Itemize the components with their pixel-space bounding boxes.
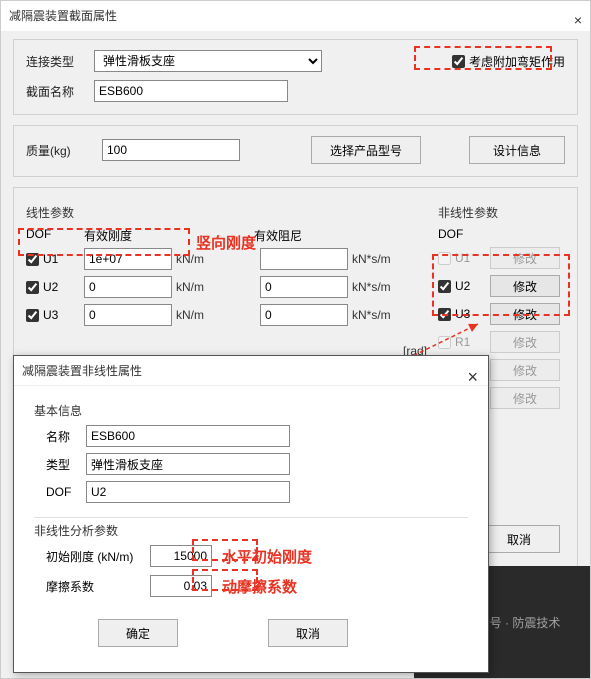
mass-label: 质量(kg) — [26, 142, 88, 159]
u3-checkbox[interactable]: U3 — [26, 308, 84, 322]
connection-type-select[interactable]: 弹性滑板支座 — [94, 50, 322, 72]
modal-title: 减隔震装置非线性属性 — [22, 364, 142, 378]
mass-input[interactable] — [102, 139, 240, 161]
modal-close-icon[interactable]: × — [467, 362, 478, 392]
modal-ok-button[interactable]: 确定 — [98, 619, 178, 647]
u1-stiffness-input[interactable] — [84, 248, 172, 270]
top-group: 连接类型 弹性滑板支座 考虑附加弯矩作用 截面名称 — [13, 39, 578, 115]
linear-row-u1: U1 kN/m kN*s/m — [26, 248, 426, 270]
nl-row-r1: R1 修改 — [438, 331, 565, 353]
nl-u2-checkbox[interactable]: U2 — [438, 279, 482, 293]
u1-checkbox[interactable]: U1 — [26, 252, 84, 266]
modal-friction-input[interactable] — [150, 575, 212, 597]
u2-checkbox[interactable]: U2 — [26, 280, 84, 294]
modal-type-input[interactable] — [86, 453, 290, 475]
modal-init-stiff-label: 初始刚度 (kN/m) — [34, 548, 150, 565]
nl-r3-modify-button: 修改 — [490, 387, 560, 409]
modal-cancel-button[interactable]: 取消 — [268, 619, 348, 647]
dof-header: DOF — [26, 227, 84, 244]
nl-u3-modify-button[interactable]: 修改 — [490, 303, 560, 325]
consider-bending-label: 考虑附加弯矩作用 — [469, 53, 565, 70]
annotation-horizontal-stiffness: 水平初始刚度 — [222, 546, 312, 567]
nl-row-u3: U3 修改 — [438, 303, 565, 325]
modal-friction-label: 摩擦系数 — [34, 578, 150, 595]
close-icon[interactable]: × — [574, 5, 582, 35]
modal-dof-label: DOF — [34, 485, 86, 499]
u2-stiffness-input[interactable] — [84, 276, 172, 298]
mass-group: 质量(kg) 选择产品型号 设计信息 — [13, 125, 578, 177]
linear-row-u3: U3 kN/m kN*s/m — [26, 304, 426, 326]
u1-damping-input[interactable] — [260, 248, 348, 270]
nl-r2-modify-button: 修改 — [490, 359, 560, 381]
design-info-button[interactable]: 设计信息 — [469, 136, 565, 164]
consider-bending-checkbox[interactable]: 考虑附加弯矩作用 — [452, 53, 565, 70]
main-buttons: 取消 — [478, 525, 560, 553]
modal-type-label: 类型 — [34, 456, 86, 473]
u2-damping-input[interactable] — [260, 276, 348, 298]
nl-u3-checkbox[interactable]: U3 — [438, 307, 482, 321]
stiffness-header: 有效刚度 — [84, 227, 254, 244]
u3-stiffness-input[interactable] — [84, 304, 172, 326]
linear-header: 线性参数 — [26, 204, 426, 221]
nl-row-u2: U2 修改 — [438, 275, 565, 297]
nl-dof-header: DOF — [438, 227, 565, 241]
modal-init-stiff-input[interactable] — [150, 545, 212, 567]
nl-row-u1: U1 修改 — [438, 247, 565, 269]
modal-nonlinear: 减隔震装置非线性属性 × 基本信息 名称 类型 DOF 非线性分析参数 初始刚度… — [13, 355, 489, 673]
nl-u2-modify-button[interactable]: 修改 — [490, 275, 560, 297]
modal-nl-header: 非线性分析参数 — [34, 517, 468, 539]
nl-r1-modify-button: 修改 — [490, 331, 560, 353]
select-product-button[interactable]: 选择产品型号 — [311, 136, 421, 164]
modal-titlebar: 减隔震装置非线性属性 × — [14, 356, 488, 386]
modal-name-input[interactable] — [86, 425, 290, 447]
nonlinear-header: 非线性参数 — [438, 204, 565, 221]
modal-name-label: 名称 — [34, 428, 86, 445]
nl-u1-modify-button: 修改 — [490, 247, 560, 269]
section-name-input[interactable] — [94, 80, 288, 102]
section-name-label: 截面名称 — [26, 83, 86, 100]
damping-header: 有效阻尼 — [254, 227, 302, 244]
annotation-friction: 动摩擦系数 — [222, 576, 297, 597]
window-title: 减隔震装置截面属性 — [9, 9, 117, 23]
u3-damping-input[interactable] — [260, 304, 348, 326]
linear-row-u2: U2 kN/m kN*s/m — [26, 276, 426, 298]
connection-type-label: 连接类型 — [26, 53, 86, 70]
main-cancel-button[interactable]: 取消 — [478, 525, 560, 553]
titlebar: 减隔震装置截面属性 × — [1, 1, 590, 31]
modal-dof-input[interactable] — [86, 481, 290, 503]
main-window: 减隔震装置截面属性 × 连接类型 弹性滑板支座 考虑附加弯矩作用 截面名称 — [0, 0, 591, 679]
modal-basic-header: 基本信息 — [34, 402, 468, 419]
